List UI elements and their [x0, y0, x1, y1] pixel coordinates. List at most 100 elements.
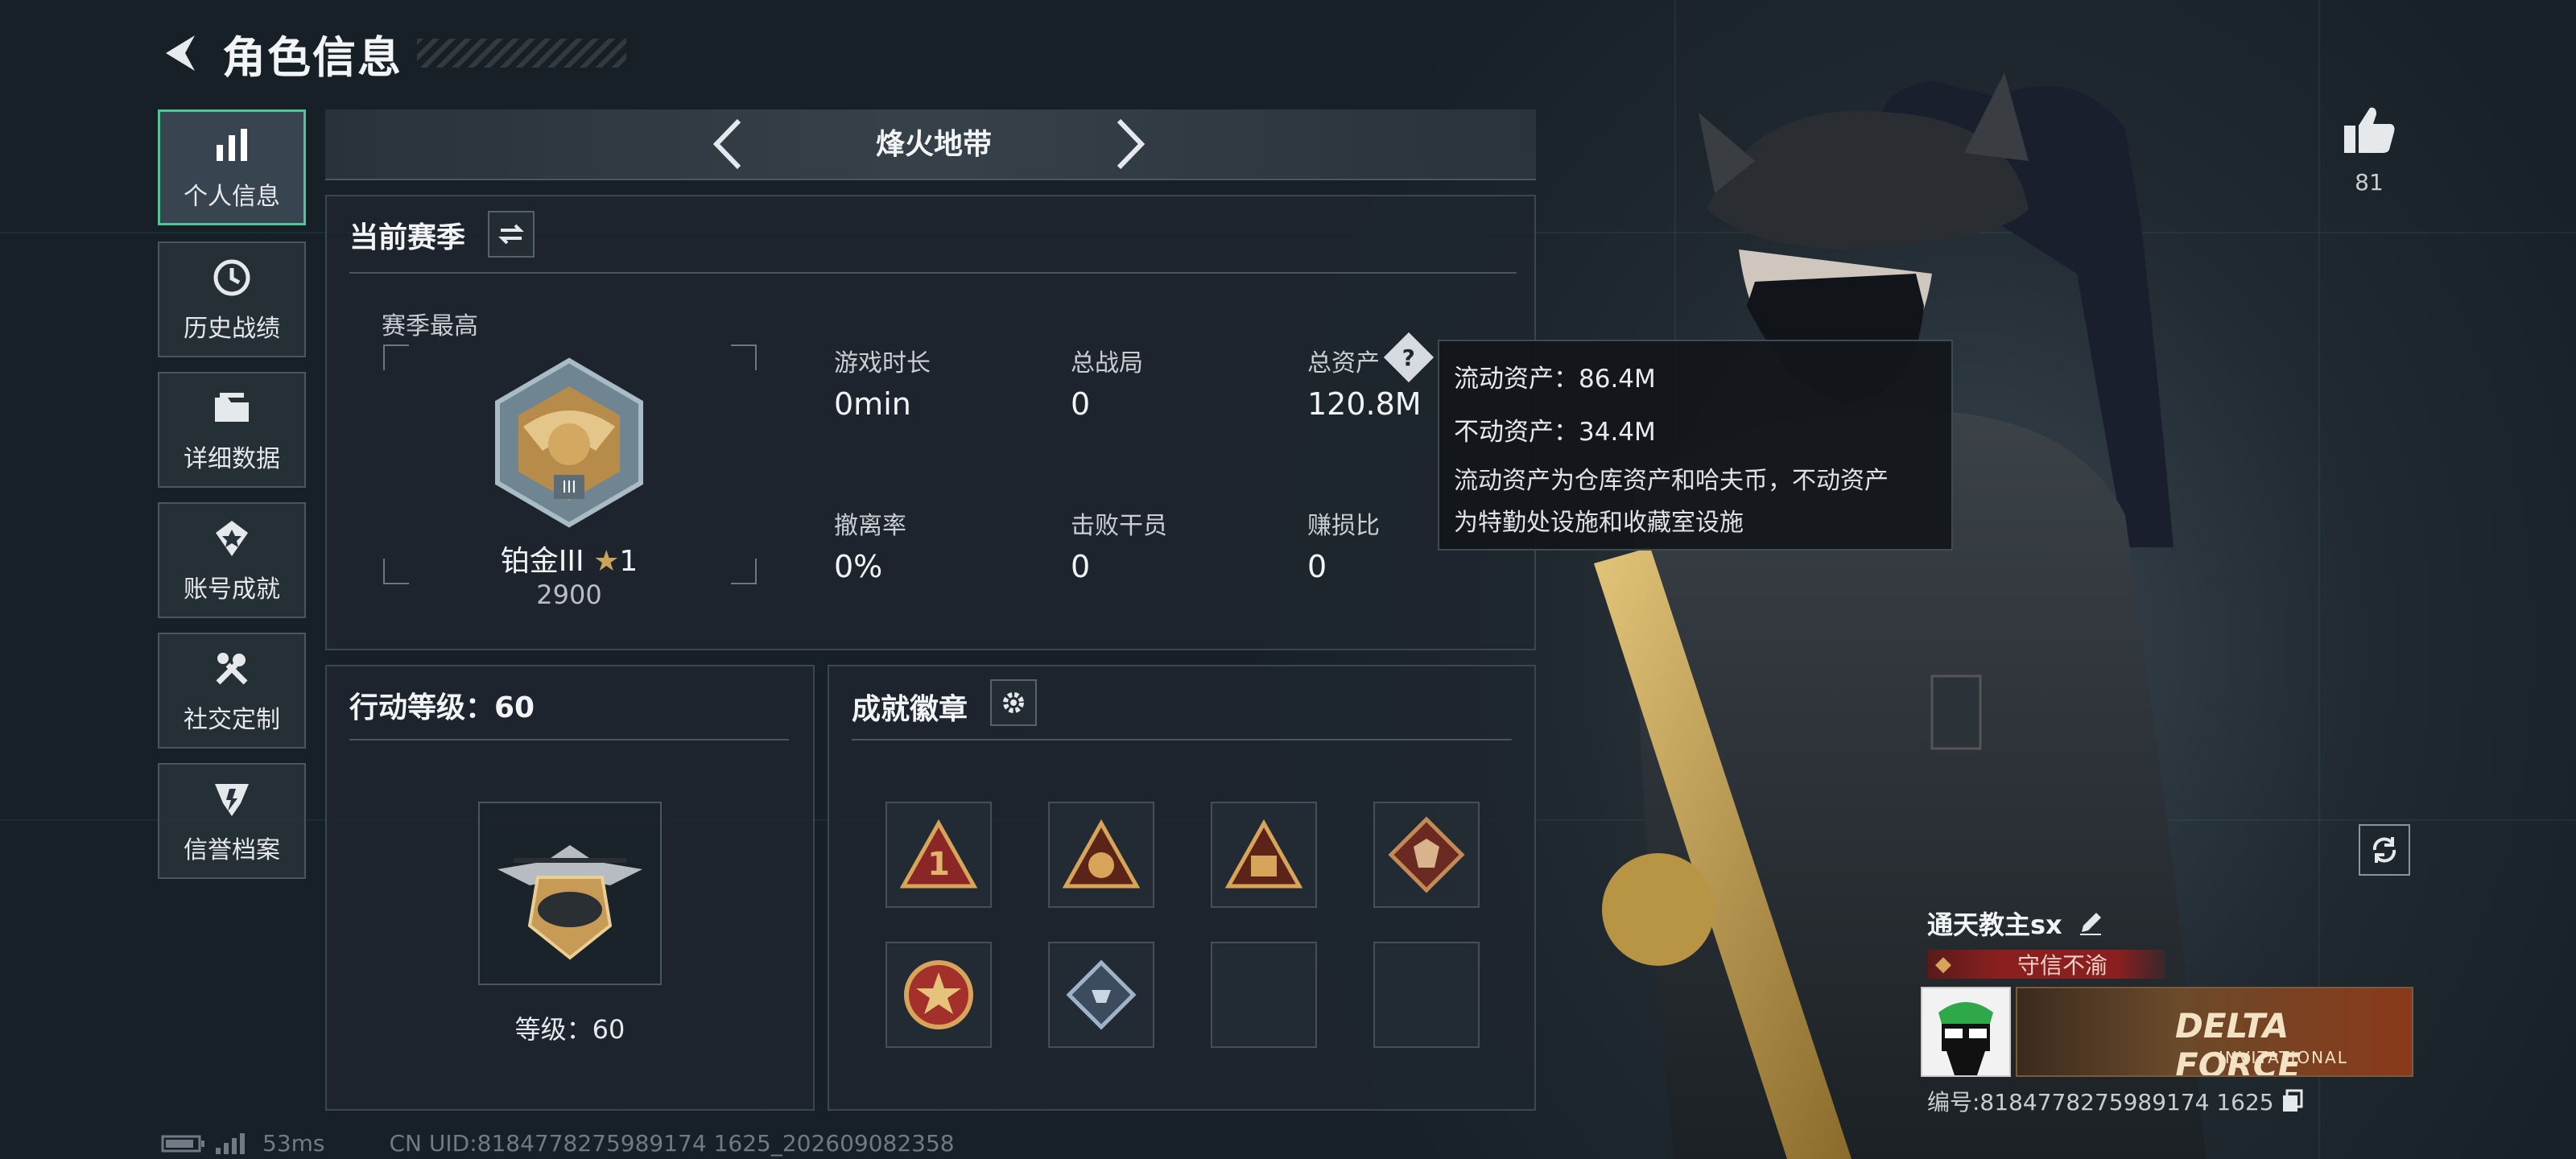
- reputation-badge: ◆ 守信不渝: [1927, 950, 2165, 979]
- stat-value: 0: [1307, 549, 1327, 584]
- platinum-rank-emblem-icon: III: [495, 357, 643, 528]
- history-clock-icon: [209, 255, 254, 300]
- nav-item-achievements[interactable]: 账号成就: [158, 502, 306, 618]
- back-button[interactable]: [158, 29, 206, 77]
- divider: [349, 272, 1517, 274]
- nav-item-credit[interactable]: 信誉档案: [158, 763, 306, 879]
- stat-label: 总战局: [1071, 349, 1143, 377]
- signal-icon: [216, 1132, 245, 1154]
- banner-subtitle: INVITATIONAL: [2219, 1048, 2348, 1067]
- nav-label: 历史战绩: [184, 315, 280, 343]
- player-name: 通天教主sx: [1927, 909, 2062, 940]
- level-emblem-frame: [478, 802, 662, 985]
- stat-label: 总资产: [1307, 349, 1380, 377]
- stat-value: 0min: [834, 386, 911, 422]
- stat-value: 120.8M: [1307, 386, 1422, 422]
- reputation-text: 守信不渝: [2017, 952, 2107, 979]
- copy-icon[interactable]: [2281, 1089, 2305, 1113]
- rank-stars: 1: [619, 545, 638, 578]
- fixed-assets: 不动资产：34.4M: [1454, 418, 1656, 447]
- avatar[interactable]: [1921, 987, 2011, 1077]
- assets-description-line: 为特勤处设施和收藏室设施: [1454, 509, 1744, 537]
- stat-label: 赚损比: [1307, 512, 1380, 540]
- badge-slot-empty[interactable]: [1373, 942, 1480, 1048]
- badge-slot[interactable]: [886, 942, 992, 1048]
- elephant-badge-icon: [1224, 819, 1303, 889]
- helicopter-level-emblem-icon: [497, 845, 642, 960]
- rank-points: 2900: [536, 580, 602, 610]
- header: 角色信息: [158, 21, 626, 85]
- thumbs-up-icon[interactable]: [2341, 103, 2397, 156]
- like-count: 81: [2355, 169, 2384, 196]
- stat-label: 撤离率: [834, 512, 906, 540]
- title-decoration: [417, 39, 626, 68]
- bar-chart-icon: [209, 123, 254, 168]
- badge-slot[interactable]: 1: [886, 802, 992, 908]
- reputation-emblem-icon: ◆: [1935, 952, 1951, 976]
- badge-slot[interactable]: [1211, 802, 1317, 908]
- diamond-badge-icon: [1066, 959, 1137, 1030]
- folder-icon: [209, 386, 254, 431]
- next-mode-arrow-icon[interactable]: [1114, 118, 1146, 171]
- mode-name: 烽火地带: [875, 128, 992, 161]
- rank-name-row: 铂金III ★1: [383, 538, 755, 580]
- profile-name-row: 通天教主sx: [1927, 905, 2104, 942]
- divider: [349, 739, 789, 740]
- player-id: 编号:8184778275989174 1625: [1927, 1089, 2274, 1116]
- badges-title: 成就徽章: [852, 693, 968, 726]
- nav-item-social[interactable]: 社交定制: [158, 633, 306, 749]
- nav-label: 社交定制: [184, 706, 280, 734]
- nav-label: 信誉档案: [184, 836, 280, 864]
- tools-icon: [209, 646, 254, 691]
- question-icon: ?: [1402, 344, 1416, 371]
- rank-1-badge-icon: 1: [899, 819, 978, 889]
- svg-text:1: 1: [927, 846, 950, 883]
- rank-name: 铂金III: [500, 545, 584, 578]
- stat-label: 击败干员: [1071, 512, 1167, 540]
- frame-corner: [731, 344, 757, 370]
- credit-shield-icon: [209, 777, 254, 822]
- level-title: 行动等级：60: [349, 691, 535, 724]
- gear-icon: [1003, 692, 1024, 713]
- assets-tooltip: 流动资产：86.4M 不动资产：34.4M 流动资产为仓库资产和哈夫币，不动资产…: [1438, 340, 1953, 551]
- nav-item-personal-info[interactable]: 个人信息: [158, 109, 306, 225]
- assets-description-line: 流动资产为仓库资产和哈夫币，不动资产: [1454, 467, 1889, 495]
- grid-line: [2318, 0, 2320, 1159]
- swap-icon: [498, 224, 524, 245]
- level-label: 等级：60: [514, 1014, 625, 1045]
- frame-corner: [383, 344, 409, 370]
- profile-banner: DELTA FORCE INVITATIONAL: [2016, 987, 2413, 1077]
- badge-slot[interactable]: [1048, 802, 1154, 908]
- stat-value: 0: [1071, 386, 1091, 422]
- wolf-badge-icon: [1388, 816, 1465, 893]
- badge-settings-button[interactable]: [990, 679, 1037, 726]
- soldier-avatar-icon: [1938, 1002, 1993, 1075]
- refresh-icon: [2372, 837, 2396, 863]
- rotate-view-button[interactable]: [2359, 824, 2410, 876]
- achievement-icon: [209, 516, 254, 561]
- season-best-label: 赛季最高: [382, 312, 478, 340]
- tiger-badge-icon: [1062, 819, 1141, 889]
- nav-item-details[interactable]: 详细数据: [158, 372, 306, 488]
- prev-mode-arrow-icon[interactable]: [712, 118, 744, 171]
- star-icon: ★: [593, 545, 620, 578]
- badge-slot[interactable]: [1373, 802, 1480, 908]
- battery-icon: [161, 1135, 204, 1152]
- stat-value: 0: [1071, 549, 1091, 584]
- stat-label: 游戏时长: [834, 349, 931, 377]
- nav-item-history[interactable]: 历史战绩: [158, 241, 306, 357]
- nav-label: 个人信息: [184, 183, 280, 211]
- back-arrow-icon: [166, 35, 195, 71]
- stat-value: 0%: [834, 549, 883, 584]
- season-switch-button[interactable]: [488, 211, 535, 258]
- svg-text:III: III: [562, 477, 576, 497]
- divider: [852, 739, 1512, 740]
- page-title: 角色信息: [222, 31, 402, 83]
- badge-slot-empty[interactable]: [1211, 942, 1317, 1048]
- edit-pencil-icon[interactable]: [2077, 909, 2104, 937]
- ping-value: 53ms: [262, 1130, 325, 1157]
- nav-label: 详细数据: [184, 445, 280, 473]
- status-bar: 53ms CN UID:8184778275989174 1625_202609…: [161, 1130, 955, 1157]
- badge-slot[interactable]: [1048, 942, 1154, 1048]
- nav-label: 账号成就: [184, 575, 280, 604]
